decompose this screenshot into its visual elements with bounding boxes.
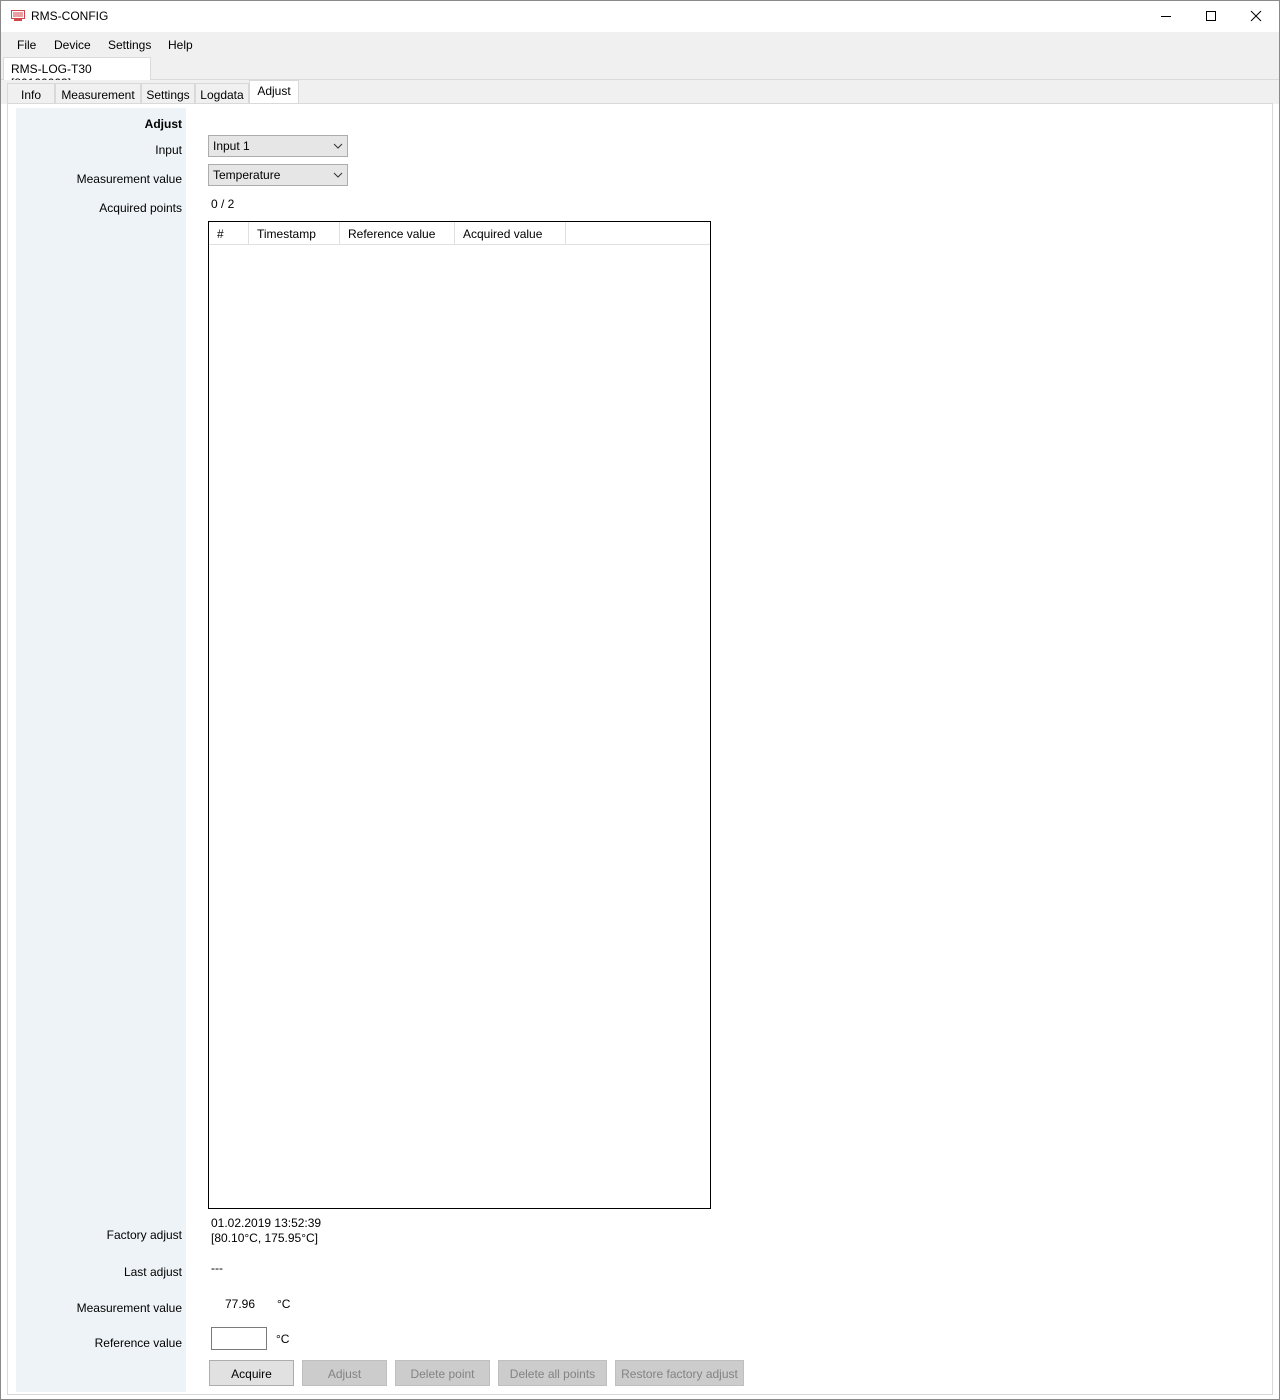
column-header-reference-value[interactable]: Reference value [340, 222, 455, 244]
factory-adjust-date: 01.02.2019 13:52:39 [211, 1216, 322, 1230]
menu-file[interactable]: File [17, 38, 36, 52]
acquired-points-value: 0 / 2 [211, 197, 235, 211]
column-header-timestamp[interactable]: Timestamp [249, 222, 340, 244]
column-header-index[interactable]: # [209, 222, 249, 244]
adjust-panel: Adjust Input Measurement value Acquired … [7, 103, 1273, 1395]
points-table[interactable]: # Timestamp Reference value Acquired val… [208, 221, 711, 1209]
title-bar: RMS-CONFIG [1, 1, 1279, 31]
device-tab-row: RMS-LOG-T30 [80100003] [1, 57, 1279, 90]
labels-column: Adjust Input Measurement value Acquired … [16, 108, 186, 1392]
acquired-points-label: Acquired points [99, 201, 182, 215]
factory-adjust-label: Factory adjust [106, 1228, 182, 1242]
current-measurement-unit: °C [277, 1297, 291, 1311]
adjust-button[interactable]: Adjust [302, 1360, 387, 1386]
minimize-button[interactable] [1143, 1, 1189, 31]
acquire-button[interactable]: Acquire [209, 1360, 294, 1386]
section-title: Adjust [144, 117, 182, 131]
input-label: Input [155, 143, 182, 157]
delete-all-points-button[interactable]: Delete all points [498, 1360, 607, 1386]
menu-help[interactable]: Help [168, 38, 193, 52]
tab-logdata[interactable]: Logdata [195, 83, 249, 104]
last-adjust-value: --- [211, 1261, 223, 1275]
table-header: # Timestamp Reference value Acquired val… [209, 222, 710, 245]
restore-factory-adjust-button[interactable]: Restore factory adjust [615, 1360, 744, 1386]
input-select[interactable]: Input 1 [208, 135, 348, 157]
measurement-value-label: Measurement value [76, 172, 182, 186]
device-icon [11, 10, 25, 22]
close-icon [1250, 10, 1262, 22]
chevron-down-icon [333, 143, 343, 149]
measurement-value-select-value: Temperature [213, 168, 281, 182]
tab-settings[interactable]: Settings [141, 83, 195, 104]
close-button[interactable] [1233, 1, 1279, 31]
reference-value-input[interactable] [211, 1327, 267, 1350]
tab-strip: Info Measurement Settings Logdata Adjust [1, 80, 1279, 104]
tab-measurement[interactable]: Measurement [55, 83, 141, 104]
device-tab[interactable]: RMS-LOG-T30 [80100003] [3, 57, 151, 90]
measurement-value-select[interactable]: Temperature [208, 164, 348, 186]
current-measurement-label: Measurement value [76, 1301, 182, 1315]
tab-info[interactable]: Info [7, 83, 55, 104]
last-adjust-label: Last adjust [123, 1265, 182, 1279]
menu-device[interactable]: Device [54, 38, 91, 52]
reference-value-unit: °C [276, 1332, 290, 1346]
maximize-button[interactable] [1188, 1, 1234, 31]
maximize-icon [1206, 11, 1216, 21]
tab-adjust[interactable]: Adjust [249, 80, 299, 104]
window-title: RMS-CONFIG [31, 9, 109, 23]
menu-settings[interactable]: Settings [108, 38, 151, 52]
minimize-icon [1161, 16, 1171, 17]
delete-point-button[interactable]: Delete point [395, 1360, 490, 1386]
factory-adjust-range: [80.10°C, 175.95°C] [211, 1231, 318, 1245]
reference-value-label: Reference value [94, 1336, 182, 1350]
input-select-value: Input 1 [213, 139, 250, 153]
column-header-acquired-value[interactable]: Acquired value [455, 222, 566, 244]
current-measurement-value: 77.96 [225, 1297, 256, 1311]
menu-bar: File Device Settings Help [1, 32, 1279, 57]
app-window: RMS-CONFIG File Device Settings Help RMS… [0, 0, 1280, 1400]
chevron-down-icon [333, 172, 343, 178]
